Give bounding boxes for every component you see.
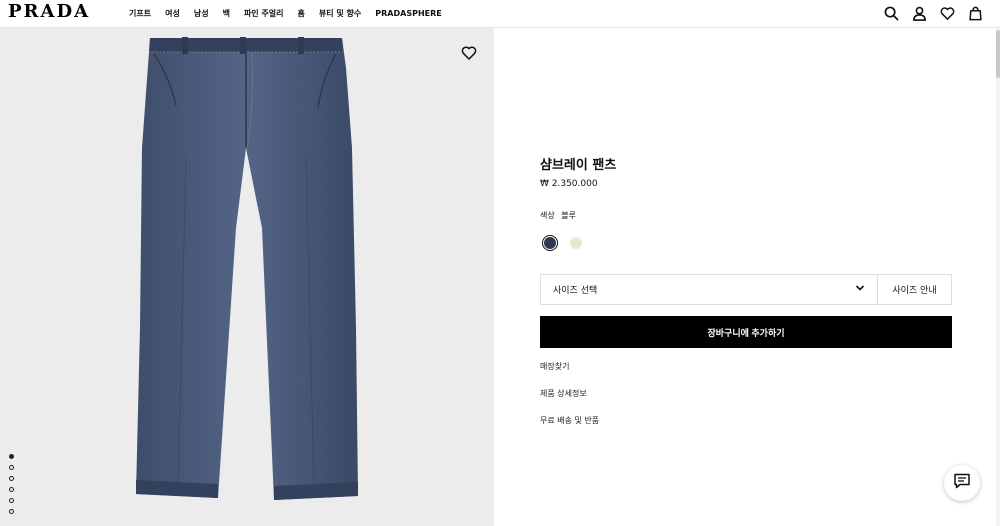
chat-button[interactable] xyxy=(944,465,980,501)
wishlist-icon[interactable] xyxy=(938,4,956,22)
swatch-blue[interactable] xyxy=(542,235,558,251)
nav-item-pradasphere[interactable]: PRADASPHERE xyxy=(375,9,441,18)
nav-item-bags[interactable]: 백 xyxy=(223,8,230,19)
site-header: PRADA 기프트 여성 남성 백 파인 주얼리 홈 뷰티 및 향수 PRADA… xyxy=(0,0,1000,28)
search-icon[interactable] xyxy=(882,4,900,22)
chat-icon xyxy=(953,472,971,494)
color-label-row: 색상 블루 xyxy=(540,210,580,221)
gallery-pagination xyxy=(9,454,14,514)
main-nav: 기프트 여성 남성 백 파인 주얼리 홈 뷰티 및 향수 PRADASPHERE xyxy=(129,0,456,26)
nav-item-beauty[interactable]: 뷰티 및 향수 xyxy=(319,8,361,19)
product-details-link[interactable]: 제품 상세정보 xyxy=(540,389,599,416)
color-swatches xyxy=(542,235,584,251)
store-locator-link[interactable]: 매장찾기 xyxy=(540,362,599,389)
gallery-dot-5[interactable] xyxy=(9,498,14,503)
denim-pants-photo xyxy=(136,37,358,500)
nav-item-gifts[interactable]: 기프트 xyxy=(129,8,151,19)
gallery-dot-6[interactable] xyxy=(9,509,14,514)
size-row: 사이즈 선택 사이즈 안내 xyxy=(540,274,952,305)
account-icon[interactable] xyxy=(910,4,928,22)
product-gallery xyxy=(0,28,494,526)
nav-item-women[interactable]: 여성 xyxy=(165,8,180,19)
bag-icon[interactable] xyxy=(966,4,984,22)
swatch-cream[interactable] xyxy=(568,235,584,251)
add-to-wishlist-heart-icon[interactable] xyxy=(461,45,479,63)
gallery-dot-1[interactable] xyxy=(9,454,14,459)
size-select-dropdown[interactable]: 사이즈 선택 xyxy=(541,275,878,304)
chevron-down-icon xyxy=(855,283,865,296)
page-scrollbar[interactable] xyxy=(996,28,1000,526)
size-guide-link[interactable]: 사이즈 안내 xyxy=(878,275,951,304)
product-title: 샴브레이 팬츠 xyxy=(540,158,617,173)
nav-item-home[interactable]: 홈 xyxy=(298,8,305,19)
shipping-returns-link[interactable]: 무료 배송 및 반품 xyxy=(540,416,599,443)
prada-logo[interactable]: PRADA xyxy=(8,2,90,22)
add-to-cart-button[interactable]: 장바구니에 추가하기 xyxy=(540,316,952,348)
info-links: 매장찾기 제품 상세정보 무료 배송 및 반품 xyxy=(540,362,599,443)
color-label: 색상 xyxy=(540,211,555,220)
scrollbar-thumb[interactable] xyxy=(996,30,1000,78)
gallery-dot-2[interactable] xyxy=(9,465,14,470)
header-icons xyxy=(882,4,984,22)
gallery-dot-3[interactable] xyxy=(9,476,14,481)
color-value: 블루 xyxy=(561,211,577,220)
product-price: ₩ 2.350.000 xyxy=(540,179,598,189)
nav-item-men[interactable]: 남성 xyxy=(194,8,209,19)
size-select-label: 사이즈 선택 xyxy=(553,286,598,296)
gallery-dot-4[interactable] xyxy=(9,487,14,492)
nav-item-fine-jewelry[interactable]: 파인 주얼리 xyxy=(244,8,284,19)
